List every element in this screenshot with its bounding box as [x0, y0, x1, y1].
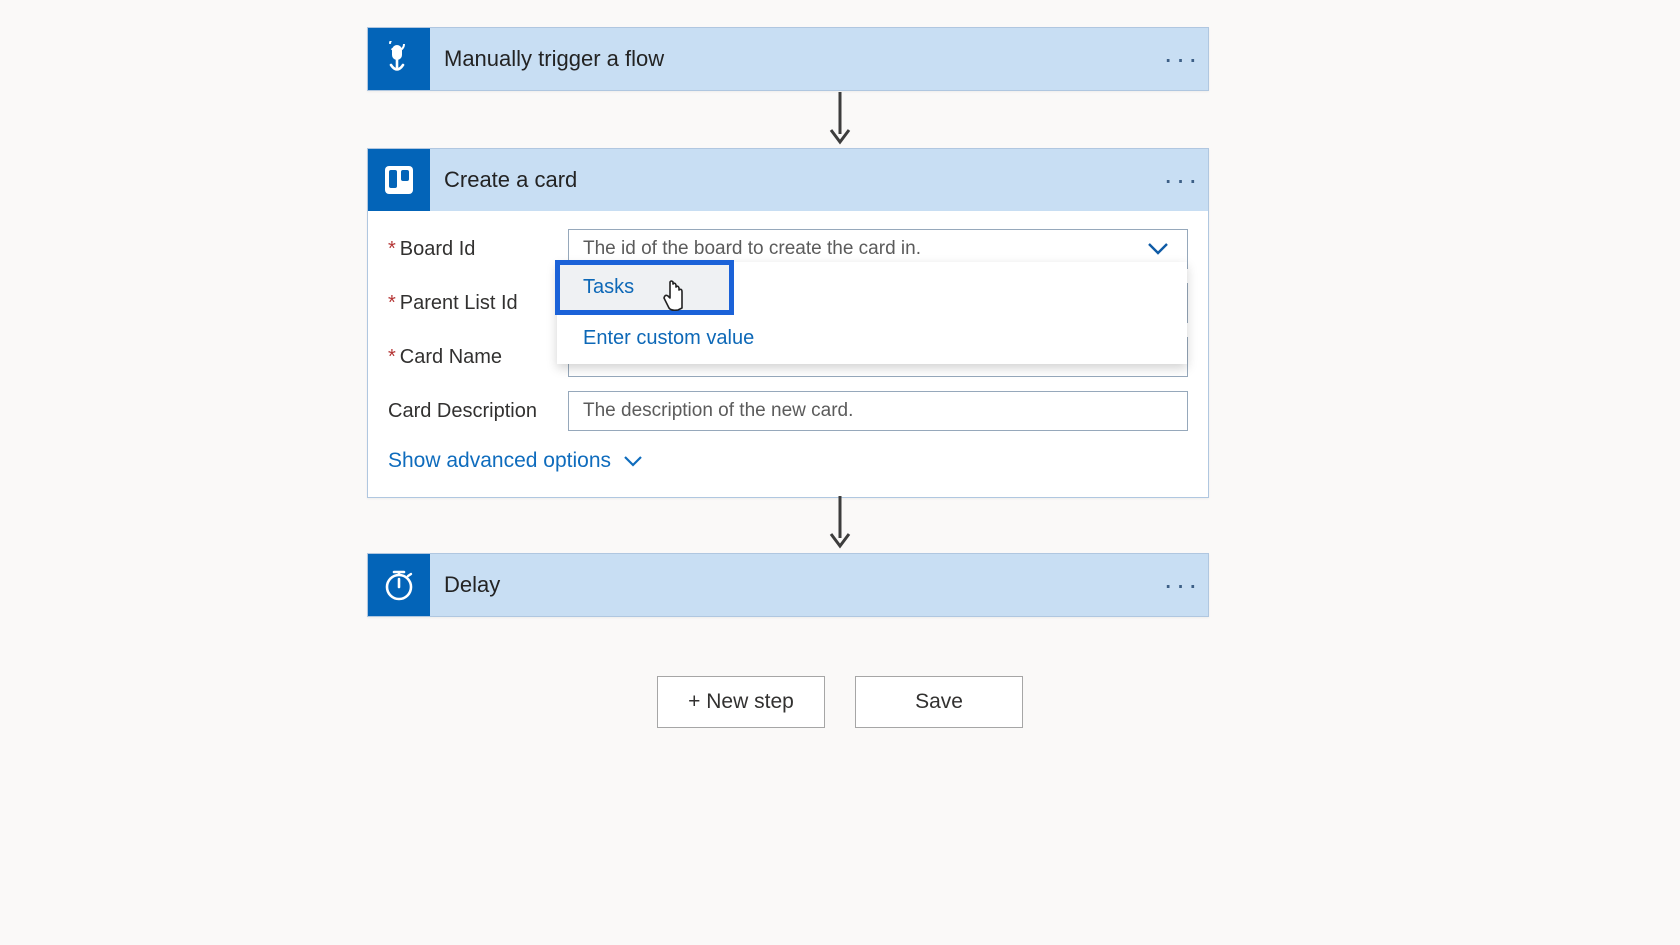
footer-buttons: + New step Save — [0, 676, 1680, 728]
card-desc-label: Card Description — [388, 400, 568, 423]
dropdown-option-tasks[interactable]: Tasks — [557, 262, 732, 313]
delay-title: Delay — [430, 572, 1156, 598]
new-step-button[interactable]: + New step — [657, 676, 825, 728]
manual-trigger-icon — [368, 28, 430, 90]
card-desc-input[interactable]: The description of the new card. — [568, 391, 1188, 431]
trigger-title: Manually trigger a flow — [430, 46, 1156, 72]
delay-menu-button[interactable]: ··· — [1156, 569, 1208, 601]
board-id-dropdown-options: Tasks Enter custom value — [557, 262, 1187, 364]
trigger-menu-button[interactable]: ··· — [1156, 43, 1208, 75]
dropdown-option-custom[interactable]: Enter custom value — [557, 313, 1187, 364]
trigger-card-header[interactable]: Manually trigger a flow ··· — [368, 28, 1208, 90]
create-card-header[interactable]: Create a card ··· — [368, 149, 1208, 211]
show-advanced-toggle[interactable]: Show advanced options — [388, 449, 643, 473]
chevron-down-icon — [623, 455, 643, 467]
field-row-card-description: Card Description The description of the … — [388, 391, 1188, 431]
board-id-placeholder: The id of the board to create the card i… — [583, 238, 921, 260]
arrow-connector-icon — [825, 88, 855, 146]
delay-card[interactable]: Delay ··· — [367, 553, 1209, 617]
arrow-connector-icon — [825, 492, 855, 550]
create-card-title: Create a card — [430, 167, 1156, 193]
board-id-label: *Board Id — [388, 238, 568, 261]
stopwatch-icon — [368, 554, 430, 616]
trello-icon — [368, 149, 430, 211]
delay-card-header[interactable]: Delay ··· — [368, 554, 1208, 616]
card-name-label: *Card Name — [388, 346, 568, 369]
create-card-menu-button[interactable]: ··· — [1156, 164, 1208, 196]
parent-list-label: *Parent List Id — [388, 292, 568, 315]
chevron-down-icon — [1147, 242, 1169, 256]
show-advanced-label: Show advanced options — [388, 449, 611, 473]
trigger-card[interactable]: Manually trigger a flow ··· — [367, 27, 1209, 91]
card-desc-placeholder: The description of the new card. — [583, 400, 853, 422]
save-button[interactable]: Save — [855, 676, 1023, 728]
